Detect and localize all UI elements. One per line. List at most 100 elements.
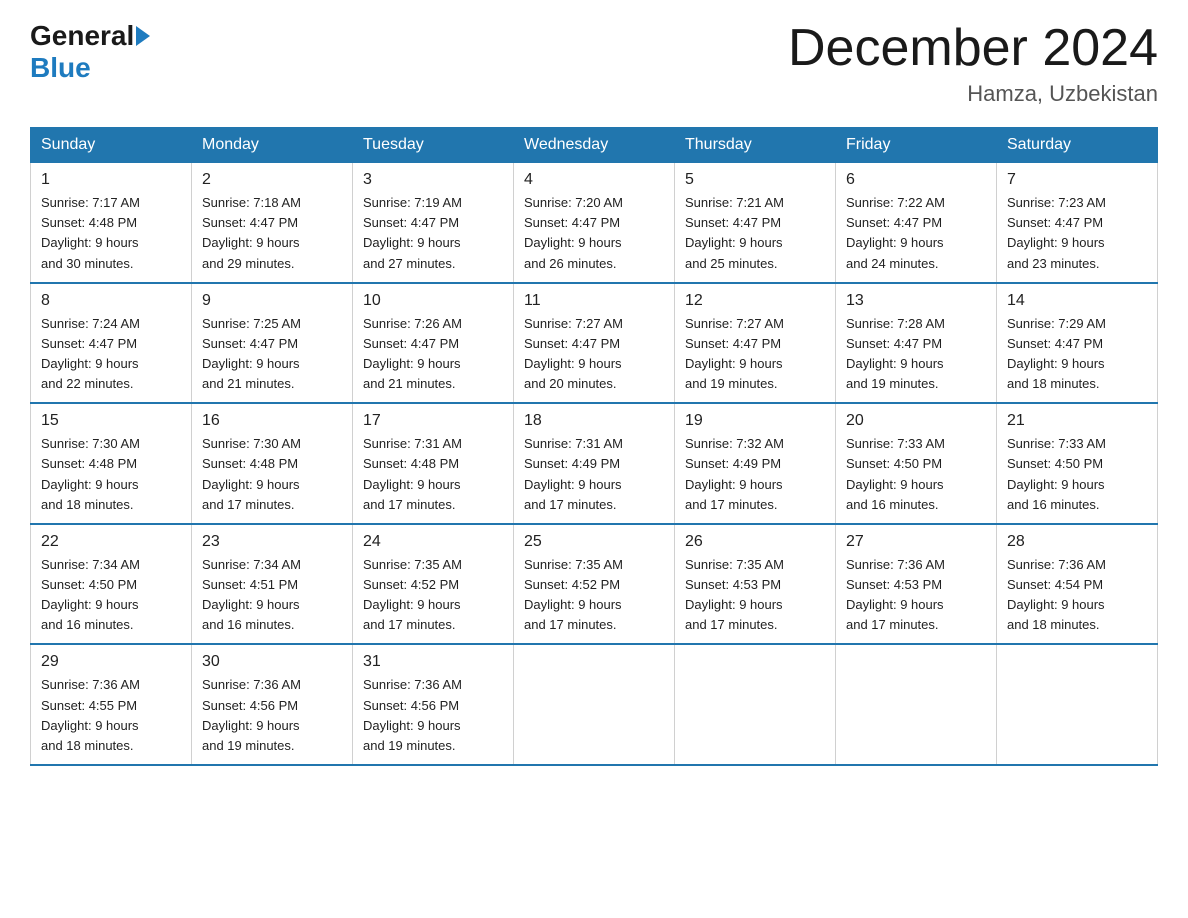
table-row: 22 Sunrise: 7:34 AM Sunset: 4:50 PM Dayl… [31,524,192,645]
day-number: 5 [685,171,825,189]
calendar-body: 1 Sunrise: 7:17 AM Sunset: 4:48 PM Dayli… [31,163,1158,765]
table-row: 2 Sunrise: 7:18 AM Sunset: 4:47 PM Dayli… [192,163,353,283]
day-number: 11 [524,292,664,310]
day-number: 29 [41,653,181,671]
day-info: Sunrise: 7:30 AM Sunset: 4:48 PM Dayligh… [41,434,181,515]
logo-blue-text: Blue [30,52,91,83]
day-number: 6 [846,171,986,189]
table-row: 28 Sunrise: 7:36 AM Sunset: 4:54 PM Dayl… [997,524,1158,645]
day-info: Sunrise: 7:35 AM Sunset: 4:52 PM Dayligh… [363,555,503,636]
day-number: 20 [846,412,986,430]
day-info: Sunrise: 7:35 AM Sunset: 4:53 PM Dayligh… [685,555,825,636]
day-info: Sunrise: 7:26 AM Sunset: 4:47 PM Dayligh… [363,314,503,395]
table-row: 23 Sunrise: 7:34 AM Sunset: 4:51 PM Dayl… [192,524,353,645]
week-row-4: 22 Sunrise: 7:34 AM Sunset: 4:50 PM Dayl… [31,524,1158,645]
col-friday: Friday [836,128,997,163]
day-info: Sunrise: 7:36 AM Sunset: 4:56 PM Dayligh… [363,675,503,756]
day-number: 12 [685,292,825,310]
table-row: 27 Sunrise: 7:36 AM Sunset: 4:53 PM Dayl… [836,524,997,645]
table-row: 13 Sunrise: 7:28 AM Sunset: 4:47 PM Dayl… [836,283,997,404]
col-sunday: Sunday [31,128,192,163]
day-info: Sunrise: 7:34 AM Sunset: 4:50 PM Dayligh… [41,555,181,636]
table-row: 30 Sunrise: 7:36 AM Sunset: 4:56 PM Dayl… [192,644,353,765]
calendar-header: Sunday Monday Tuesday Wednesday Thursday… [31,128,1158,163]
day-info: Sunrise: 7:19 AM Sunset: 4:47 PM Dayligh… [363,193,503,274]
day-number: 21 [1007,412,1147,430]
day-number: 10 [363,292,503,310]
table-row: 25 Sunrise: 7:35 AM Sunset: 4:52 PM Dayl… [514,524,675,645]
day-info: Sunrise: 7:23 AM Sunset: 4:47 PM Dayligh… [1007,193,1147,274]
day-info: Sunrise: 7:24 AM Sunset: 4:47 PM Dayligh… [41,314,181,395]
table-row: 4 Sunrise: 7:20 AM Sunset: 4:47 PM Dayli… [514,163,675,283]
table-row: 14 Sunrise: 7:29 AM Sunset: 4:47 PM Dayl… [997,283,1158,404]
table-row: 12 Sunrise: 7:27 AM Sunset: 4:47 PM Dayl… [675,283,836,404]
table-row: 24 Sunrise: 7:35 AM Sunset: 4:52 PM Dayl… [353,524,514,645]
calendar-table: Sunday Monday Tuesday Wednesday Thursday… [30,127,1158,766]
day-info: Sunrise: 7:33 AM Sunset: 4:50 PM Dayligh… [846,434,986,515]
day-info: Sunrise: 7:31 AM Sunset: 4:49 PM Dayligh… [524,434,664,515]
table-row: 21 Sunrise: 7:33 AM Sunset: 4:50 PM Dayl… [997,403,1158,524]
table-row: 3 Sunrise: 7:19 AM Sunset: 4:47 PM Dayli… [353,163,514,283]
day-number: 28 [1007,533,1147,551]
table-row: 16 Sunrise: 7:30 AM Sunset: 4:48 PM Dayl… [192,403,353,524]
day-number: 22 [41,533,181,551]
day-info: Sunrise: 7:28 AM Sunset: 4:47 PM Dayligh… [846,314,986,395]
table-row: 5 Sunrise: 7:21 AM Sunset: 4:47 PM Dayli… [675,163,836,283]
table-row: 10 Sunrise: 7:26 AM Sunset: 4:47 PM Dayl… [353,283,514,404]
day-info: Sunrise: 7:21 AM Sunset: 4:47 PM Dayligh… [685,193,825,274]
day-info: Sunrise: 7:25 AM Sunset: 4:47 PM Dayligh… [202,314,342,395]
col-tuesday: Tuesday [353,128,514,163]
logo-arrow-icon [136,26,150,46]
day-number: 31 [363,653,503,671]
day-info: Sunrise: 7:35 AM Sunset: 4:52 PM Dayligh… [524,555,664,636]
table-row: 7 Sunrise: 7:23 AM Sunset: 4:47 PM Dayli… [997,163,1158,283]
day-number: 16 [202,412,342,430]
day-number: 15 [41,412,181,430]
day-info: Sunrise: 7:18 AM Sunset: 4:47 PM Dayligh… [202,193,342,274]
day-number: 19 [685,412,825,430]
day-info: Sunrise: 7:29 AM Sunset: 4:47 PM Dayligh… [1007,314,1147,395]
day-number: 1 [41,171,181,189]
day-info: Sunrise: 7:27 AM Sunset: 4:47 PM Dayligh… [524,314,664,395]
table-row: 29 Sunrise: 7:36 AM Sunset: 4:55 PM Dayl… [31,644,192,765]
col-saturday: Saturday [997,128,1158,163]
day-info: Sunrise: 7:27 AM Sunset: 4:47 PM Dayligh… [685,314,825,395]
day-number: 17 [363,412,503,430]
table-row: 18 Sunrise: 7:31 AM Sunset: 4:49 PM Dayl… [514,403,675,524]
day-number: 13 [846,292,986,310]
table-row: 11 Sunrise: 7:27 AM Sunset: 4:47 PM Dayl… [514,283,675,404]
day-info: Sunrise: 7:31 AM Sunset: 4:48 PM Dayligh… [363,434,503,515]
day-info: Sunrise: 7:33 AM Sunset: 4:50 PM Dayligh… [1007,434,1147,515]
day-info: Sunrise: 7:36 AM Sunset: 4:56 PM Dayligh… [202,675,342,756]
day-number: 27 [846,533,986,551]
day-info: Sunrise: 7:34 AM Sunset: 4:51 PM Dayligh… [202,555,342,636]
table-row: 17 Sunrise: 7:31 AM Sunset: 4:48 PM Dayl… [353,403,514,524]
page-header: General Blue December 2024 Hamza, Uzbeki… [30,20,1158,107]
col-wednesday: Wednesday [514,128,675,163]
day-number: 26 [685,533,825,551]
day-info: Sunrise: 7:17 AM Sunset: 4:48 PM Dayligh… [41,193,181,274]
day-number: 30 [202,653,342,671]
logo-general-text: General [30,20,134,52]
logo: General Blue [30,20,152,84]
day-info: Sunrise: 7:22 AM Sunset: 4:47 PM Dayligh… [846,193,986,274]
table-row [997,644,1158,765]
table-row: 6 Sunrise: 7:22 AM Sunset: 4:47 PM Dayli… [836,163,997,283]
title-block: December 2024 Hamza, Uzbekistan [788,20,1158,107]
day-number: 8 [41,292,181,310]
col-thursday: Thursday [675,128,836,163]
day-number: 2 [202,171,342,189]
day-info: Sunrise: 7:36 AM Sunset: 4:54 PM Dayligh… [1007,555,1147,636]
day-number: 24 [363,533,503,551]
day-number: 18 [524,412,664,430]
day-info: Sunrise: 7:36 AM Sunset: 4:53 PM Dayligh… [846,555,986,636]
day-info: Sunrise: 7:20 AM Sunset: 4:47 PM Dayligh… [524,193,664,274]
month-title: December 2024 [788,20,1158,77]
day-number: 3 [363,171,503,189]
table-row: 19 Sunrise: 7:32 AM Sunset: 4:49 PM Dayl… [675,403,836,524]
day-number: 25 [524,533,664,551]
table-row [675,644,836,765]
table-row: 8 Sunrise: 7:24 AM Sunset: 4:47 PM Dayli… [31,283,192,404]
table-row: 31 Sunrise: 7:36 AM Sunset: 4:56 PM Dayl… [353,644,514,765]
header-row: Sunday Monday Tuesday Wednesday Thursday… [31,128,1158,163]
